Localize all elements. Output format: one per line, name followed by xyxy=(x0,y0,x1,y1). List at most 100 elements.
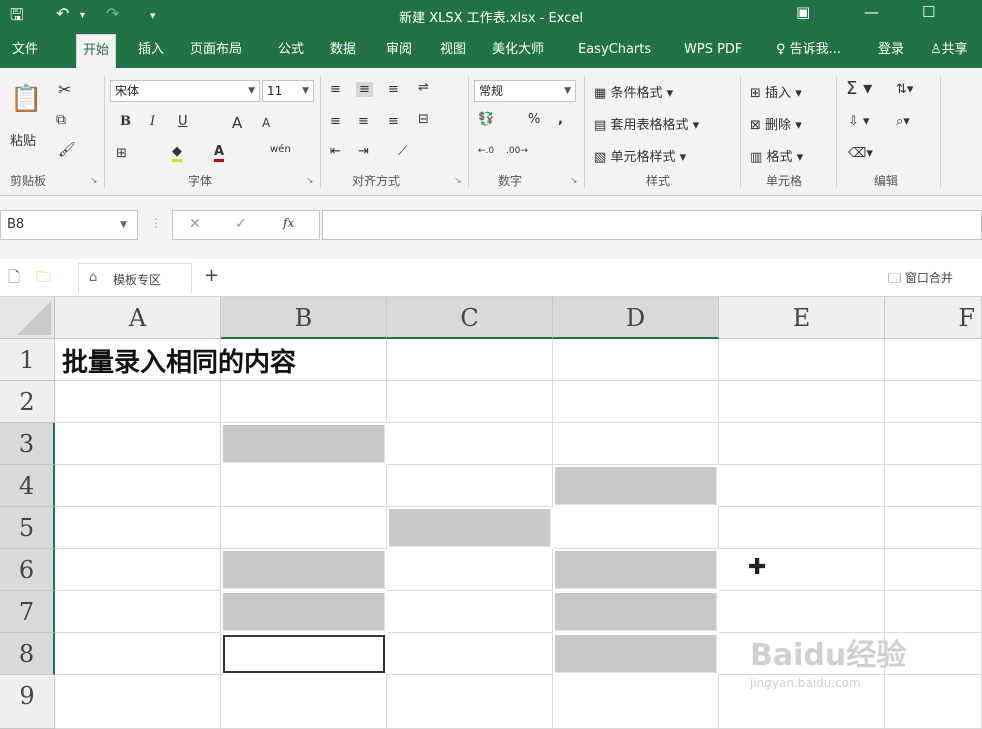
align-right-icon[interactable]: ≡ xyxy=(388,114,399,129)
increase-decimal-icon[interactable]: ←.0 xyxy=(478,146,494,156)
cell-f3[interactable] xyxy=(885,423,982,465)
delete-cells-button[interactable]: ⊠ 删除 ▾ xyxy=(750,114,802,133)
copy-icon[interactable]: ⧉ xyxy=(56,112,66,128)
cell-d2[interactable] xyxy=(553,381,719,423)
cell-e3[interactable] xyxy=(719,423,885,465)
tab-review[interactable]: 审阅 xyxy=(386,32,412,68)
column-header-c[interactable]: C xyxy=(387,297,553,339)
tab-insert[interactable]: 插入 xyxy=(138,32,164,68)
cell-d7[interactable] xyxy=(555,593,717,631)
font-size-select[interactable]: 11 ▼ xyxy=(262,80,314,102)
new-doc-icon[interactable]: 🗋 xyxy=(8,267,20,292)
cell-f6[interactable] xyxy=(885,549,982,591)
cell-b2[interactable] xyxy=(221,381,387,423)
tab-file[interactable]: 文件 xyxy=(12,32,38,68)
name-box[interactable]: B8 ▼ xyxy=(0,210,138,240)
cell-d9[interactable] xyxy=(553,675,719,729)
font-color-icon[interactable]: A xyxy=(214,144,225,162)
shrink-font-button[interactable]: A xyxy=(262,116,270,130)
cell-b4[interactable] xyxy=(221,465,387,507)
cell-f2[interactable] xyxy=(885,381,982,423)
cell-a7[interactable] xyxy=(55,591,221,633)
cell-d6[interactable] xyxy=(555,551,717,589)
paste-icon[interactable]: 📋 xyxy=(10,84,42,114)
cell-e6[interactable] xyxy=(719,549,885,591)
clipboard-launcher-icon[interactable]: ↘ xyxy=(90,176,98,186)
format-as-table-button[interactable]: ▤ 套用表格格式 ▾ xyxy=(594,114,699,133)
cell-d8[interactable] xyxy=(555,635,717,673)
cell-e7[interactable] xyxy=(719,591,885,633)
cell-a9[interactable] xyxy=(55,675,221,729)
row-header-4[interactable]: 4 xyxy=(0,465,55,507)
cell-e2[interactable] xyxy=(719,381,885,423)
cell-a4[interactable] xyxy=(55,465,221,507)
cancel-icon[interactable]: ✕ xyxy=(189,216,201,232)
cell-e5[interactable] xyxy=(719,507,885,549)
row-header-2[interactable]: 2 xyxy=(0,381,55,423)
row-header-5[interactable]: 5 xyxy=(0,507,55,549)
sort-filter-icon[interactable]: ⇅▾ xyxy=(896,82,913,97)
cell-b5[interactable] xyxy=(221,507,387,549)
comma-button[interactable]: , xyxy=(558,112,563,127)
ribbon-display-icon[interactable]: ▣ xyxy=(796,3,810,21)
accounting-format-icon[interactable]: 💱 xyxy=(478,112,494,127)
row-header-9[interactable]: 9 xyxy=(0,675,55,729)
column-header-e[interactable]: E xyxy=(719,297,885,339)
column-header-b[interactable]: B xyxy=(221,297,387,339)
font-name-select[interactable]: 宋体 ▼ xyxy=(110,80,260,102)
cell-b3[interactable] xyxy=(223,425,385,463)
align-center-icon[interactable]: ≡ xyxy=(358,114,369,129)
format-cells-button[interactable]: ▥ 格式 ▾ xyxy=(750,146,803,165)
share-button[interactable]: ♙共享 xyxy=(930,32,968,68)
cell-c5[interactable] xyxy=(389,509,551,547)
drag-handle-icon[interactable]: ⋮ xyxy=(150,216,162,230)
add-tab-button[interactable]: + xyxy=(204,265,219,286)
percent-button[interactable]: % xyxy=(528,112,540,127)
grow-font-button[interactable]: A xyxy=(232,114,242,132)
number-launcher-icon[interactable]: ↘ xyxy=(570,176,578,186)
cut-icon[interactable]: ✂ xyxy=(58,80,71,99)
enter-icon[interactable]: ✓ xyxy=(235,216,247,232)
column-header-d[interactable]: D xyxy=(553,297,719,339)
fill-color-icon[interactable]: ◆ xyxy=(172,144,182,162)
cell-a3[interactable] xyxy=(55,423,221,465)
bold-button[interactable]: B xyxy=(120,114,131,129)
borders-icon[interactable]: ⊞ xyxy=(116,146,127,161)
orientation-icon[interactable]: ⟋ xyxy=(398,144,407,159)
cell-b6[interactable] xyxy=(223,551,385,589)
increase-indent-icon[interactable]: ⇥ xyxy=(358,144,369,159)
minimize-icon[interactable]: — xyxy=(864,3,879,21)
clear-icon[interactable]: ⌫▾ xyxy=(848,146,873,161)
tab-wps-pdf[interactable]: WPS PDF xyxy=(684,32,742,68)
align-bottom-icon[interactable]: ≡ xyxy=(388,82,399,97)
merge-center-icon[interactable]: ⊟ xyxy=(418,112,429,127)
tab-view[interactable]: 视图 xyxy=(440,32,466,68)
cell-a5[interactable] xyxy=(55,507,221,549)
font-launcher-icon[interactable]: ↘ xyxy=(306,176,314,186)
cell-a2[interactable] xyxy=(55,381,221,423)
align-left-icon[interactable]: ≡ xyxy=(330,114,341,129)
row-header-7[interactable]: 7 xyxy=(0,591,55,633)
tell-me[interactable]: ♀ 告诉我... xyxy=(776,32,841,68)
autosum-button[interactable]: Σ ▾ xyxy=(846,78,872,99)
window-merge-button[interactable]: 🗔 窗口合并 xyxy=(888,269,953,290)
cell-d1[interactable] xyxy=(553,339,719,381)
cell-c1[interactable] xyxy=(387,339,553,381)
insert-function-icon[interactable]: fx xyxy=(283,216,294,230)
align-middle-icon[interactable]: ≡ xyxy=(356,82,373,97)
tab-formulas[interactable]: 公式 xyxy=(278,32,304,68)
decrease-decimal-icon[interactable]: .00→ xyxy=(506,146,528,156)
cell-d5[interactable] xyxy=(553,507,719,549)
cell-f7[interactable] xyxy=(885,591,982,633)
tab-home[interactable]: 开始 xyxy=(76,34,117,70)
tab-easycharts[interactable]: EasyCharts xyxy=(578,32,651,68)
underline-button[interactable]: U xyxy=(178,114,188,129)
align-top-icon[interactable]: ≡ xyxy=(330,82,341,97)
cell-f1[interactable] xyxy=(885,339,982,381)
paste-button[interactable]: 粘贴 xyxy=(10,130,36,149)
tab-data[interactable]: 数据 xyxy=(330,32,356,68)
cell-c9[interactable] xyxy=(387,675,553,729)
cell-b9[interactable] xyxy=(221,675,387,729)
row-header-8[interactable]: 8 xyxy=(0,633,55,675)
cell-d3[interactable] xyxy=(553,423,719,465)
